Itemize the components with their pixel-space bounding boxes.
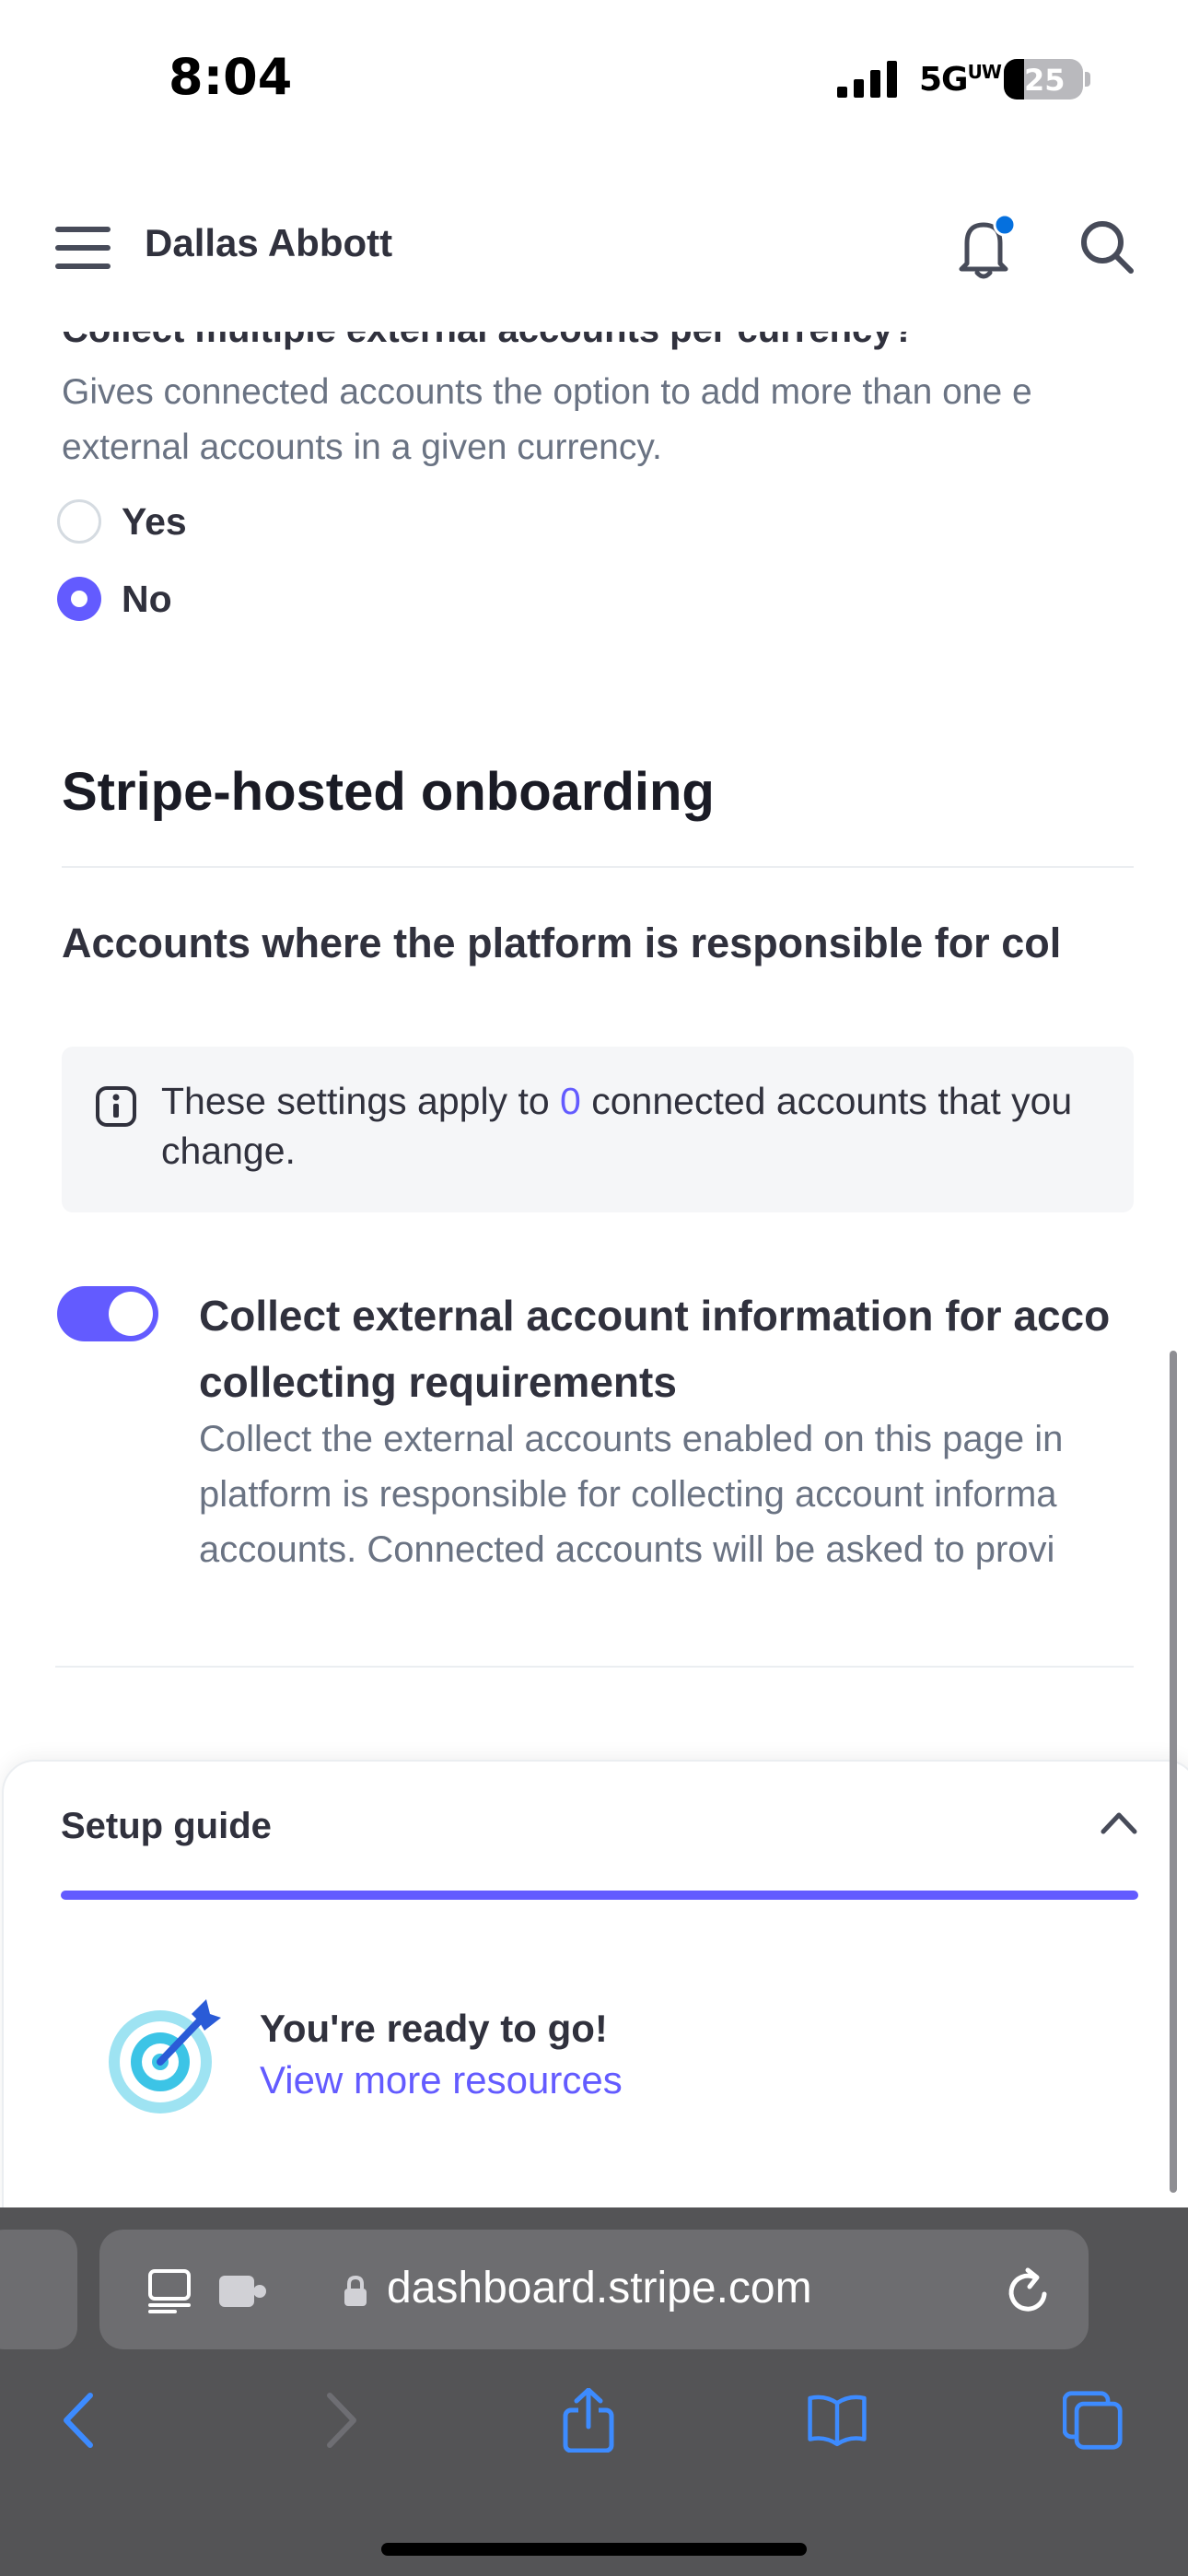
browser-toolbar: dashboard.stripe.com	[0, 2207, 1188, 2576]
account-name[interactable]: Dallas Abbott	[145, 221, 392, 265]
radio-label-yes: Yes	[122, 499, 187, 543]
toggle-title-line: Collect external account information for…	[199, 1292, 1111, 1340]
status-bar: 8:04 5GUW 25	[0, 0, 1188, 157]
question-description-line: external accounts in a given currency.	[62, 427, 662, 467]
info-icon	[96, 1086, 136, 1127]
extension-icon[interactable]	[217, 2272, 269, 2311]
toggle-description-line: accounts. Connected accounts will be ask…	[199, 1529, 1055, 1570]
reload-icon[interactable]	[1004, 2265, 1054, 2316]
reader-icon[interactable]	[147, 2268, 192, 2314]
info-text-start: These settings apply to	[161, 1080, 561, 1122]
section-divider	[62, 866, 1134, 868]
scrolled-content-ghost	[55, 157, 976, 212]
cellular-signal-icon	[837, 61, 897, 98]
search-icon[interactable]	[1077, 217, 1136, 276]
radio-button[interactable]	[57, 499, 101, 544]
bell-icon[interactable]	[954, 212, 1017, 282]
toggle-description-line: Collect the external accounts enabled on…	[199, 1419, 1064, 1459]
status-time: 8:04	[169, 48, 293, 106]
bookmarks-icon[interactable]	[807, 2388, 868, 2453]
info-callout: These settings apply to 0 connected acco…	[62, 1047, 1134, 1212]
tabs-icon[interactable]	[1063, 2388, 1124, 2453]
section-title: Stripe-hosted onboarding	[62, 762, 715, 822]
setup-guide-title[interactable]: Setup guide	[61, 1806, 272, 1847]
forward-icon[interactable]	[308, 2388, 368, 2453]
chevron-up-icon[interactable]	[1100, 1809, 1138, 1835]
question-description: Gives connected accounts the option to a…	[62, 365, 1130, 475]
toggle-description: Collect the external accounts enabled on…	[199, 1411, 1134, 1577]
question-description-line: Gives connected accounts the option to a…	[62, 372, 1032, 412]
network-indicator: 5GUW	[919, 61, 1002, 99]
lock-icon	[344, 2276, 367, 2306]
battery-cap	[1085, 72, 1090, 87]
network-badge: UW	[967, 61, 1002, 83]
radio-option-no[interactable]: No	[57, 577, 172, 621]
radio-option-yes[interactable]: Yes	[57, 499, 187, 544]
info-text-end: connected accounts that you	[580, 1080, 1073, 1122]
view-resources-link[interactable]: View more resources	[260, 2058, 623, 2102]
menu-icon[interactable]	[55, 227, 111, 269]
setup-progress-fill	[61, 1891, 1138, 1900]
info-text-line: These settings apply to 0 connected acco…	[161, 1076, 1134, 1126]
collect-external-account-toggle[interactable]	[57, 1286, 158, 1341]
toggle-title-line: collecting requirements	[199, 1358, 677, 1406]
battery-icon: 25	[1004, 59, 1083, 100]
battery-level: 25	[1024, 63, 1066, 98]
ready-text: You're ready to go!	[260, 2007, 608, 2050]
toggle-title: Collect external account information for…	[199, 1282, 1134, 1415]
scrollbar[interactable]	[1170, 1351, 1177, 2193]
account-count[interactable]: 0	[560, 1080, 581, 1122]
url-text[interactable]: dashboard.stripe.com	[387, 2263, 812, 2313]
setup-progress-bar	[61, 1891, 1138, 1900]
subsection-title: Accounts where the platform is responsib…	[62, 919, 1062, 966]
content-divider	[55, 1666, 1134, 1668]
radio-label-no: No	[122, 577, 172, 620]
network-label: 5G	[919, 61, 969, 99]
toggle-description-line: platform is responsible for collecting a…	[199, 1474, 1057, 1515]
address-bar[interactable]: dashboard.stripe.com	[99, 2230, 1089, 2349]
share-icon[interactable]	[558, 2388, 619, 2453]
home-indicator	[381, 2543, 807, 2556]
target-icon	[109, 1999, 221, 2113]
info-text-line2: change.	[161, 1130, 296, 1172]
previous-tab-peek[interactable]	[0, 2230, 77, 2349]
setup-guide-panel: Setup guide You're ready to go! View mor…	[2, 1760, 1188, 2211]
top-header: Dallas Abbott	[0, 157, 1188, 332]
info-text: These settings apply to 0 connected acco…	[161, 1076, 1134, 1176]
back-icon[interactable]	[52, 2388, 112, 2453]
radio-button-selected[interactable]	[57, 577, 101, 621]
